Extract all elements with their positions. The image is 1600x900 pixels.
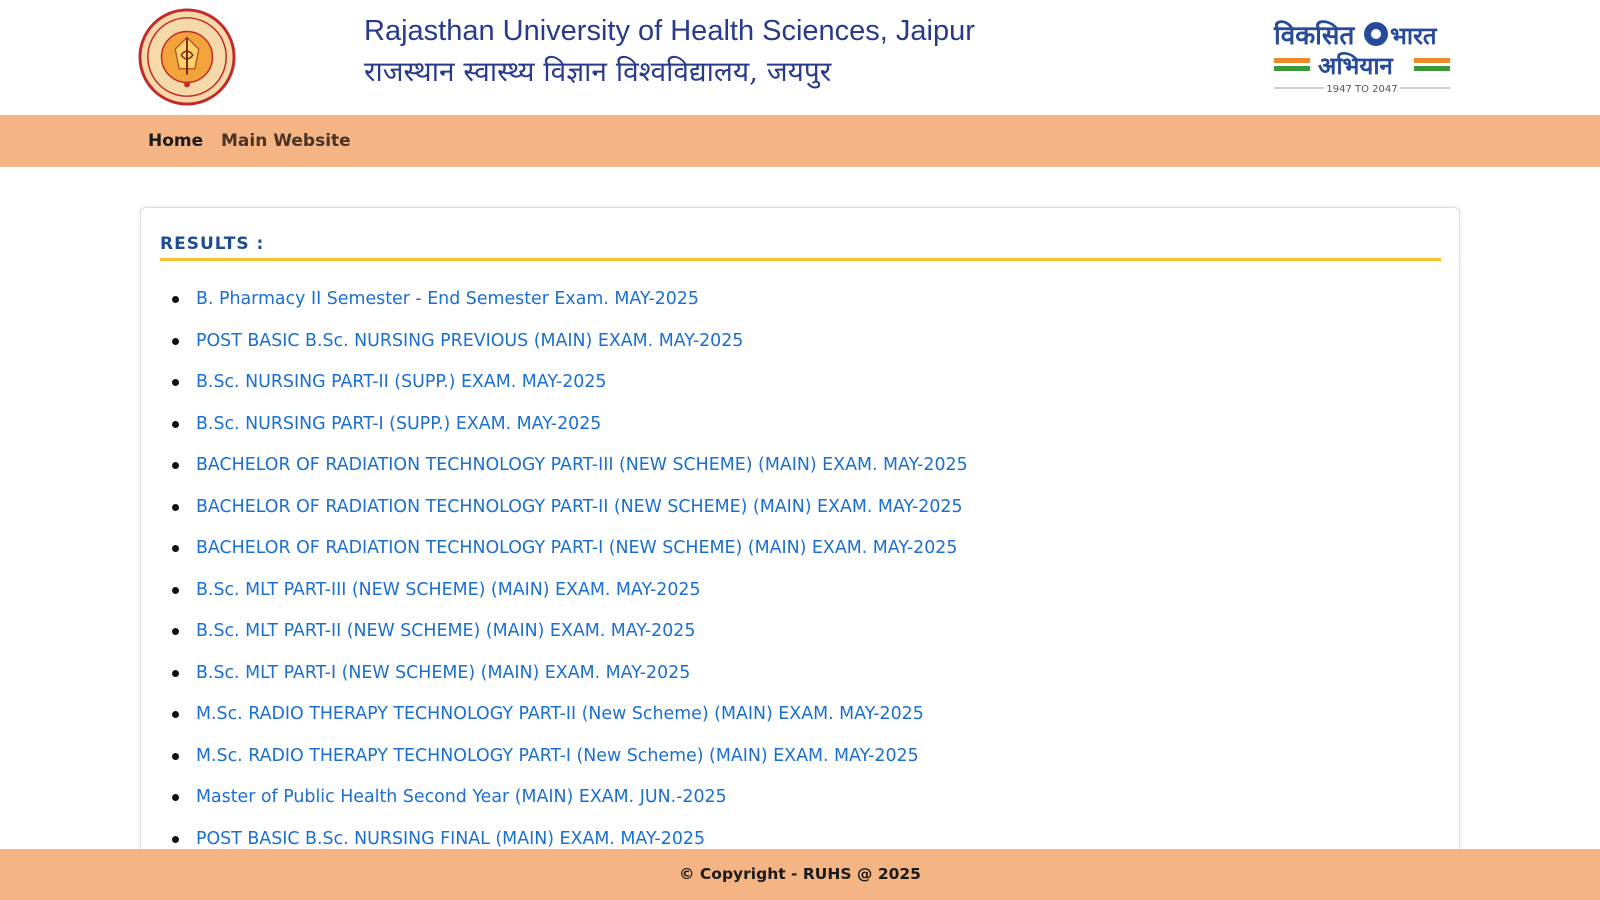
- logo-line1: विकसित: [1273, 20, 1355, 51]
- bullet-icon: [172, 503, 179, 511]
- bullet-icon: [172, 628, 179, 635]
- result-list-item: Master of Public Health Second Year (MAI…: [172, 786, 1436, 828]
- result-link[interactable]: B. Pharmacy II Semester - End Semester E…: [196, 289, 699, 309]
- result-list-item: M.Sc. RADIO THERAPY TECHNOLOGY PART-I (N…: [172, 745, 1436, 787]
- result-link[interactable]: BACHELOR OF RADIATION TECHNOLOGY PART-II…: [196, 455, 968, 475]
- result-list-item: BACHELOR OF RADIATION TECHNOLOGY PART-I …: [172, 537, 1436, 579]
- title-english: Rajasthan University of Health Sciences,…: [364, 15, 975, 47]
- logo-years: 1947 TO 2047: [1326, 84, 1397, 95]
- result-link[interactable]: Master of Public Health Second Year (MAI…: [196, 787, 727, 807]
- result-link[interactable]: B.Sc. MLT PART-III (NEW SCHEME) (MAIN) E…: [196, 580, 701, 600]
- result-link[interactable]: B.Sc. NURSING PART-I (SUPP.) EXAM. MAY-2…: [196, 414, 601, 434]
- result-link[interactable]: M.Sc. RADIO THERAPY TECHNOLOGY PART-II (…: [196, 704, 924, 724]
- bullet-icon: [172, 420, 179, 428]
- site-footer: © Copyright - RUHS @ 2025: [0, 849, 1600, 900]
- main-navbar: Home Main Website: [0, 115, 1600, 167]
- copyright-text: © Copyright - RUHS @ 2025: [679, 865, 921, 883]
- result-link[interactable]: POST BASIC B.Sc. NURSING FINAL (MAIN) EX…: [196, 829, 705, 849]
- result-list-item: B.Sc. MLT PART-III (NEW SCHEME) (MAIN) E…: [172, 579, 1436, 621]
- bullet-icon: [172, 752, 179, 760]
- logo-line2: अभियान: [1318, 52, 1395, 80]
- bullet-icon: [172, 835, 179, 843]
- result-list-item: B.Sc. MLT PART-II (NEW SCHEME) (MAIN) EX…: [172, 620, 1436, 662]
- result-link[interactable]: B.Sc. NURSING PART-II (SUPP.) EXAM. MAY-…: [196, 372, 606, 392]
- logo-line1b: भारत: [1390, 22, 1438, 50]
- title-hindi: राजस्थान स्वास्थ्य विज्ञान विश्वविद्यालय…: [364, 55, 832, 88]
- bullet-icon: [172, 296, 179, 303]
- bullet-icon: [172, 545, 179, 552]
- result-list-item: BACHELOR OF RADIATION TECHNOLOGY PART-II…: [172, 454, 1436, 496]
- result-list-item: POST BASIC B.Sc. NURSING PREVIOUS (MAIN)…: [172, 330, 1436, 372]
- result-list-item: B. Pharmacy II Semester - End Semester E…: [172, 288, 1436, 330]
- result-link[interactable]: POST BASIC B.Sc. NURSING PREVIOUS (MAIN)…: [196, 331, 743, 351]
- bullet-icon: [172, 669, 179, 677]
- nav-home-link[interactable]: Home: [148, 115, 203, 167]
- result-list-item: M.Sc. RADIO THERAPY TECHNOLOGY PART-II (…: [172, 703, 1436, 745]
- results-card: RESULTS : B. Pharmacy II Semester - End …: [140, 207, 1460, 900]
- results-list: B. Pharmacy II Semester - End Semester E…: [172, 288, 1436, 869]
- results-heading: RESULTS :: [160, 231, 1441, 261]
- result-list-item: B.Sc. NURSING PART-I (SUPP.) EXAM. MAY-2…: [172, 413, 1436, 455]
- university-title: Rajasthan University of Health Sciences,…: [364, 12, 975, 92]
- bullet-icon: [172, 794, 179, 801]
- bullet-icon: [172, 337, 179, 345]
- bullet-icon: [172, 379, 179, 386]
- result-list-item: B.Sc. NURSING PART-II (SUPP.) EXAM. MAY-…: [172, 371, 1436, 413]
- result-link[interactable]: B.Sc. MLT PART-I (NEW SCHEME) (MAIN) EXA…: [196, 663, 690, 683]
- nav-main-website-link[interactable]: Main Website: [221, 115, 351, 167]
- result-link[interactable]: B.Sc. MLT PART-II (NEW SCHEME) (MAIN) EX…: [196, 621, 695, 641]
- result-link[interactable]: M.Sc. RADIO THERAPY TECHNOLOGY PART-I (N…: [196, 746, 919, 766]
- result-list-item: BACHELOR OF RADIATION TECHNOLOGY PART-II…: [172, 496, 1436, 538]
- bullet-icon: [172, 586, 179, 594]
- bullet-icon: [172, 711, 179, 718]
- university-seal-logo[interactable]: [138, 8, 236, 106]
- viksit-bharat-logo: विकसित भारत अभियान 1947 TO 2047: [1273, 20, 1450, 95]
- site-header: Rajasthan University of Health Sciences,…: [0, 0, 1600, 115]
- result-link[interactable]: BACHELOR OF RADIATION TECHNOLOGY PART-II…: [196, 497, 963, 517]
- bullet-icon: [172, 462, 179, 469]
- result-list-item: B.Sc. MLT PART-I (NEW SCHEME) (MAIN) EXA…: [172, 662, 1436, 704]
- result-link[interactable]: BACHELOR OF RADIATION TECHNOLOGY PART-I …: [196, 538, 957, 558]
